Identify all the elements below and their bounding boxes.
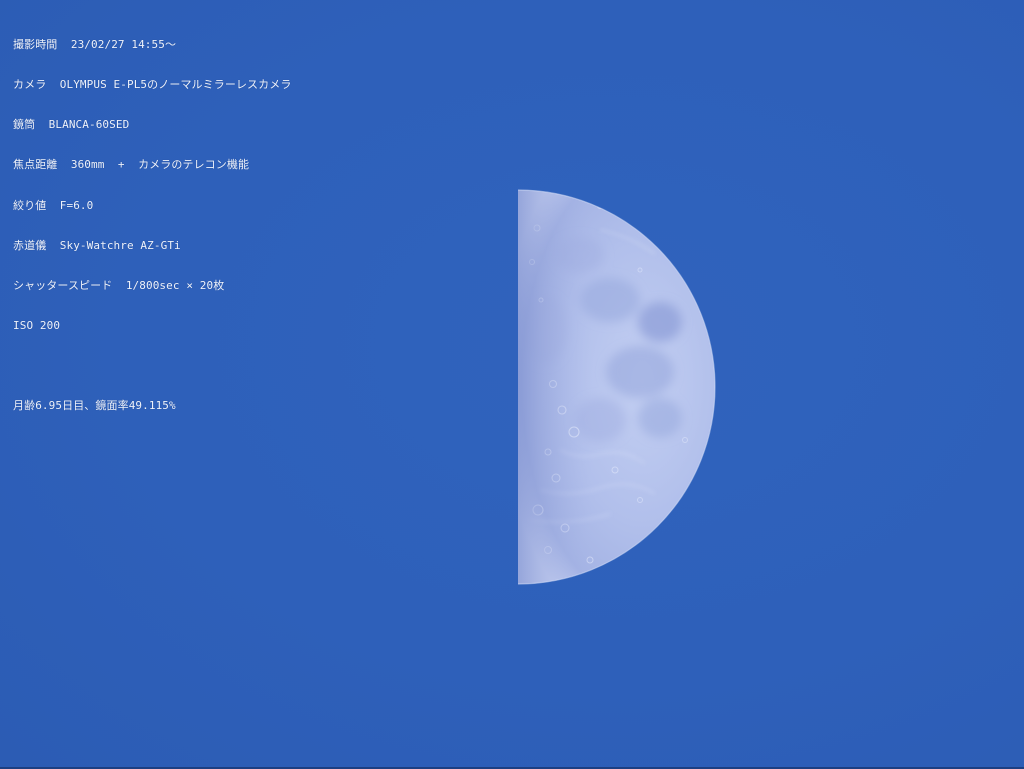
moon (517, 189, 716, 585)
moon-photo: 撮影時間 23/02/27 14:55〜 カメラ OLYMPUS E-PL5のノ… (0, 0, 1024, 769)
moon-surface (518, 190, 715, 584)
terminator-shadow (518, 190, 715, 584)
